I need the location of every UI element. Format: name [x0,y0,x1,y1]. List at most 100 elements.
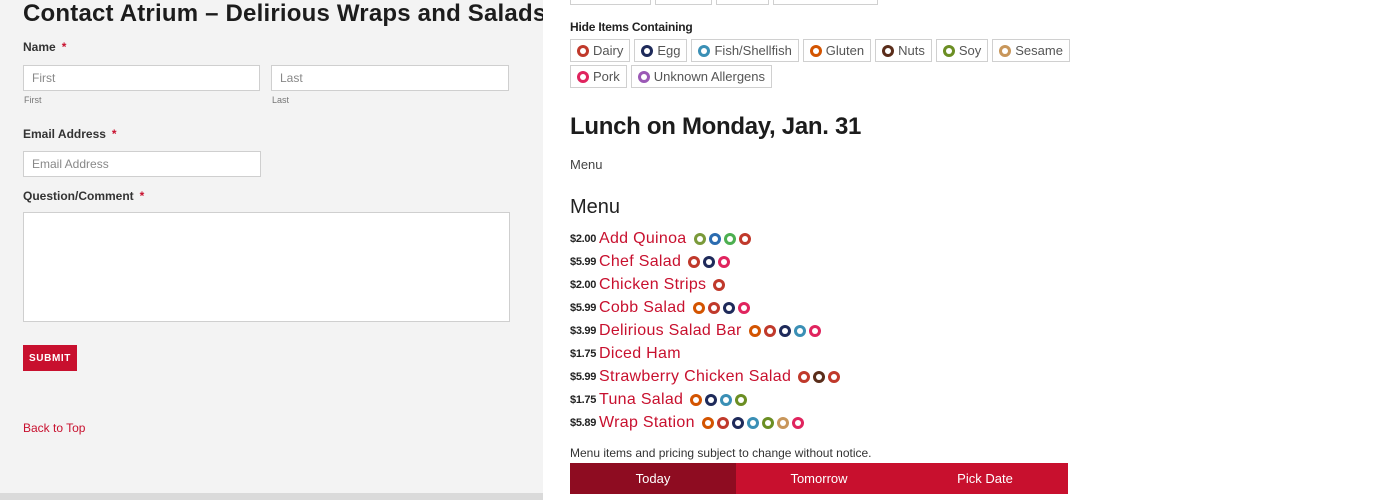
allergen-icon [718,255,731,268]
menu-item-name[interactable]: Add Quinoa [599,230,687,248]
question-textarea[interactable] [23,212,510,322]
menu-item-name[interactable]: Delirious Salad Bar [599,322,742,340]
allergen-icon [708,232,721,245]
allergen-icon [737,301,750,314]
allergen-icon [776,416,789,429]
menu-item: $5.99 Cobb Salad [570,296,840,319]
allergen-icon [999,44,1012,57]
allergen-icon [748,324,761,337]
menu-item-price: $5.99 [570,370,597,383]
day-title: Lunch on Monday, Jan. 31 [570,113,862,140]
tab-edge [716,0,769,5]
allergen-label: Fish/Shellfish [714,43,792,58]
allergen-icon [713,278,726,291]
allergen-label: Dairy [593,43,624,58]
allergen-icon [808,324,821,337]
last-name-input[interactable] [271,65,509,91]
menu-item-name[interactable]: Diced Ham [599,345,681,363]
allergen-icon [813,370,826,383]
back-to-top-link[interactable]: Back to Top [23,421,85,435]
allergen-icon [942,44,955,57]
allergen-filter-gluten[interactable]: Gluten [802,39,872,62]
bottom-strip [0,493,543,500]
menu-item-price: $1.75 [570,393,597,406]
menu-item-price: $5.89 [570,416,597,429]
first-name-input[interactable] [23,65,260,91]
name-label-text: Name [23,40,56,54]
allergen-icon [637,70,650,83]
menu-link[interactable]: Menu [570,157,603,172]
allergen-label: Nuts [898,43,925,58]
allergen-filter-dairy[interactable]: Dairy [570,39,631,62]
allergen-icon [705,393,718,406]
allergen-filter-soy[interactable]: Soy [935,39,989,62]
email-label: Email Address * [23,127,117,141]
allergen-icon [791,416,804,429]
allergen-filter-unknown-allergens[interactable]: Unknown Allergens [630,65,773,88]
allergen-icon [716,416,729,429]
allergen-icon [698,44,711,57]
menu-item-price: $1.75 [570,347,597,360]
allergen-filter-row: Dairy Egg Fish/Shellfish Gluten Nuts Soy Sesam… [570,39,1070,62]
allergen-icon [793,324,806,337]
menu-item-price: $2.00 [570,278,597,291]
allergen-icon [722,301,735,314]
allergen-icon [763,324,776,337]
allergen-icon [720,393,733,406]
allergen-label: Unknown Allergens [653,69,766,84]
allergen-icon [828,370,841,383]
allergen-icon [882,44,895,57]
contact-title: Contact Atrium – Delirious Wraps and Sal… [23,0,547,27]
required-mark: * [111,127,117,141]
menu-item-name[interactable]: Wrap Station [599,414,695,432]
allergen-filter-nuts[interactable]: Nuts [875,39,932,62]
tab-edge [773,0,878,5]
pricing-notice: Menu items and pricing subject to change… [570,446,872,460]
today-tab[interactable]: Today [570,463,736,494]
allergen-filter-egg[interactable]: Egg [634,39,688,62]
menu-item-price: $5.99 [570,301,597,314]
name-label: Name * [23,40,66,54]
menu-item-name[interactable]: Chicken Strips [599,276,706,294]
allergen-icon [798,370,811,383]
menu-item-name[interactable]: Tuna Salad [599,391,683,409]
allergen-icon [707,301,720,314]
contact-panel: Contact Atrium – Delirious Wraps and Sal… [0,0,547,500]
tomorrow-tab[interactable]: Tomorrow [736,463,902,494]
allergen-filter-pork[interactable]: Pork [570,65,627,88]
allergen-filter-sesame[interactable]: Sesame [992,39,1070,62]
email-input[interactable] [23,151,261,177]
submit-button[interactable]: SUBMIT [23,345,77,371]
hide-items-title: Hide Items Containing [570,20,693,34]
question-label: Question/Comment * [23,189,144,203]
menu-heading: Menu [570,196,621,218]
allergen-icon [577,44,589,57]
allergen-icon [641,44,654,57]
allergen-filter-row: Pork Unknown Allergens [570,65,773,88]
allergen-icon [688,255,701,268]
allergen-icon [577,70,589,83]
menu-item-name[interactable]: Chef Salad [599,253,681,271]
menu-item: $5.99 Strawberry Chicken Salad [570,365,841,388]
menu-item-name[interactable]: Cobb Salad [599,299,686,317]
pick-date-tab[interactable]: Pick Date [902,463,1068,494]
menu-item-price: $2.00 [570,232,597,245]
allergen-icon [693,232,706,245]
menu-item: $5.99 Chef Salad [570,250,840,273]
allergen-icon [746,416,759,429]
top-tabs-remnant [570,0,878,5]
first-name-sublabel: First [24,95,42,105]
allergen-icon [701,416,714,429]
tab-edge [655,0,712,5]
tab-edge [570,0,651,5]
allergen-icon [738,232,751,245]
allergen-icon [692,301,705,314]
required-mark: * [139,189,145,203]
allergen-icon [723,232,736,245]
allergen-label: Gluten [825,43,865,58]
allergen-icon [703,255,716,268]
menu-item-name[interactable]: Strawberry Chicken Salad [599,368,791,386]
question-label-text: Question/Comment [23,189,134,203]
menu-item: $2.00 Chicken Strips [570,273,840,296]
allergen-filter-fish-shellfish[interactable]: Fish/Shellfish [691,39,799,62]
